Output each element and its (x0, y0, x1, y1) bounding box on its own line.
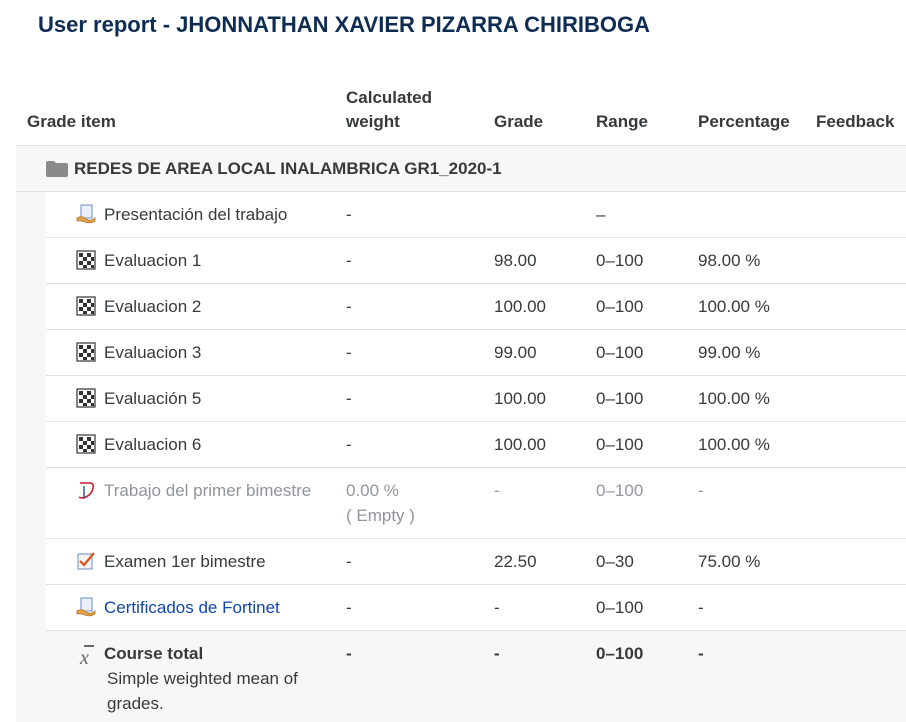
item-name[interactable]: Evaluacion 1 (104, 248, 201, 273)
item-weight: - (346, 389, 352, 408)
item-name[interactable]: Trabajo del primer bimestre (104, 478, 311, 503)
assignment-icon (76, 204, 96, 224)
item-name-link[interactable]: Certificados de Fortinet (104, 595, 280, 620)
item-weight: - (346, 343, 352, 362)
item-weight: - (346, 205, 352, 224)
table-row: Evaluacion 6 - 100.00 0–100 100.00 % (46, 422, 906, 468)
item-grade: 99.00 (494, 343, 537, 362)
quiz-icon (76, 342, 96, 362)
item-range: – (596, 205, 606, 224)
item-grade: 100.00 (494, 297, 546, 316)
course-total-label: Course total (104, 644, 204, 663)
item-name[interactable]: Examen 1er bimestre (104, 549, 266, 574)
grade-table-header: Grade item Calculated weight Grade Range… (16, 80, 906, 146)
item-name[interactable]: Evaluacion 2 (104, 294, 201, 319)
item-weight: - (346, 598, 352, 617)
item-range: 0–100 (596, 435, 644, 454)
item-range: 0–100 (596, 297, 644, 316)
item-percentage: 99.00 % (698, 343, 761, 362)
header-calculated-weight-1: Calculated (346, 88, 432, 107)
course-total-description: Simple weighted mean of grades. (107, 669, 298, 713)
item-weight-note: ( Empty ) (346, 506, 415, 525)
quiz-icon (76, 296, 96, 316)
table-row: Trabajo del primer bimestre 0.00 % ( Emp… (46, 468, 906, 539)
item-percentage: 98.00 % (698, 251, 761, 270)
item-name[interactable]: Presentación del trabajo (104, 202, 287, 227)
table-row: Evaluación 5 - 100.00 0–100 100.00 % (46, 376, 906, 422)
item-range: 0–100 (596, 598, 644, 617)
item-range: 0–100 (596, 389, 644, 408)
header-grade-item: Grade item (27, 112, 116, 131)
table-row: Evaluacion 3 - 99.00 0–100 99.00 % (46, 330, 906, 376)
course-total-row: x Course total Simple weighted mean of g… (46, 631, 906, 722)
quiz-icon (76, 434, 96, 454)
item-range: 0–100 (596, 251, 644, 270)
item-grade: 98.00 (494, 251, 537, 270)
item-grade: 22.50 (494, 552, 537, 571)
total-percentage: - (698, 644, 704, 663)
item-percentage: 100.00 % (698, 297, 770, 316)
checklist-icon (77, 552, 95, 570)
item-percentage: - (698, 481, 704, 500)
item-name[interactable]: Evaluacion 3 (104, 340, 201, 365)
folder-icon (46, 161, 68, 177)
grade-items: Presentación del trabajo - – Evaluacion … (46, 192, 906, 722)
table-row: Evaluacion 1 - 98.00 0–100 98.00 % (46, 238, 906, 284)
turnitin-icon (78, 482, 94, 499)
item-grade: - (494, 481, 500, 500)
item-weight: - (346, 552, 352, 571)
category-name: REDES DE AREA LOCAL INALAMBRICA GR1_2020… (74, 159, 502, 178)
item-range: 0–100 (596, 481, 644, 500)
assignment-icon (76, 597, 96, 617)
table-row: Certificados de Fortinet - - 0–100 - (46, 585, 906, 631)
quiz-icon (76, 388, 96, 408)
item-grade: - (494, 598, 500, 617)
item-percentage: 100.00 % (698, 435, 770, 454)
header-range: Range (596, 112, 648, 131)
item-range: 0–30 (596, 552, 634, 571)
item-percentage: 75.00 % (698, 552, 761, 571)
item-percentage: - (698, 598, 704, 617)
table-row: Evaluacion 2 - 100.00 0–100 100.00 % (46, 284, 906, 330)
item-weight: - (346, 297, 352, 316)
header-feedback: Feedback (816, 112, 895, 131)
item-range: 0–100 (596, 343, 644, 362)
table-row: Presentación del trabajo - – (46, 192, 906, 238)
item-name[interactable]: Evaluacion 6 (104, 432, 201, 457)
item-name[interactable]: Evaluación 5 (104, 386, 201, 411)
certificados-link[interactable]: Certificados de Fortinet (104, 598, 280, 617)
header-grade: Grade (494, 112, 544, 131)
total-grade: - (494, 644, 500, 663)
item-percentage: 100.00 % (698, 389, 770, 408)
total-range: 0–100 (596, 644, 644, 663)
svg-text:x: x (79, 647, 89, 667)
item-grade: 100.00 (494, 389, 546, 408)
header-calculated-weight-2: weight (346, 112, 400, 131)
category-header: REDES DE AREA LOCAL INALAMBRICA GR1_2020… (16, 146, 906, 192)
item-grade: 100.00 (494, 435, 546, 454)
item-weight: - (346, 435, 352, 454)
quiz-icon (76, 250, 96, 270)
item-weight: - (346, 251, 352, 270)
page-title: User report - JHONNATHAN XAVIER PIZARRA … (38, 12, 650, 37)
table-row: Examen 1er bimestre - 22.50 0–30 75.00 % (46, 539, 906, 585)
total-weight: - (346, 644, 352, 663)
item-weight: 0.00 % (346, 481, 399, 500)
mean-icon: x (79, 645, 94, 667)
header-percentage: Percentage (698, 112, 790, 131)
